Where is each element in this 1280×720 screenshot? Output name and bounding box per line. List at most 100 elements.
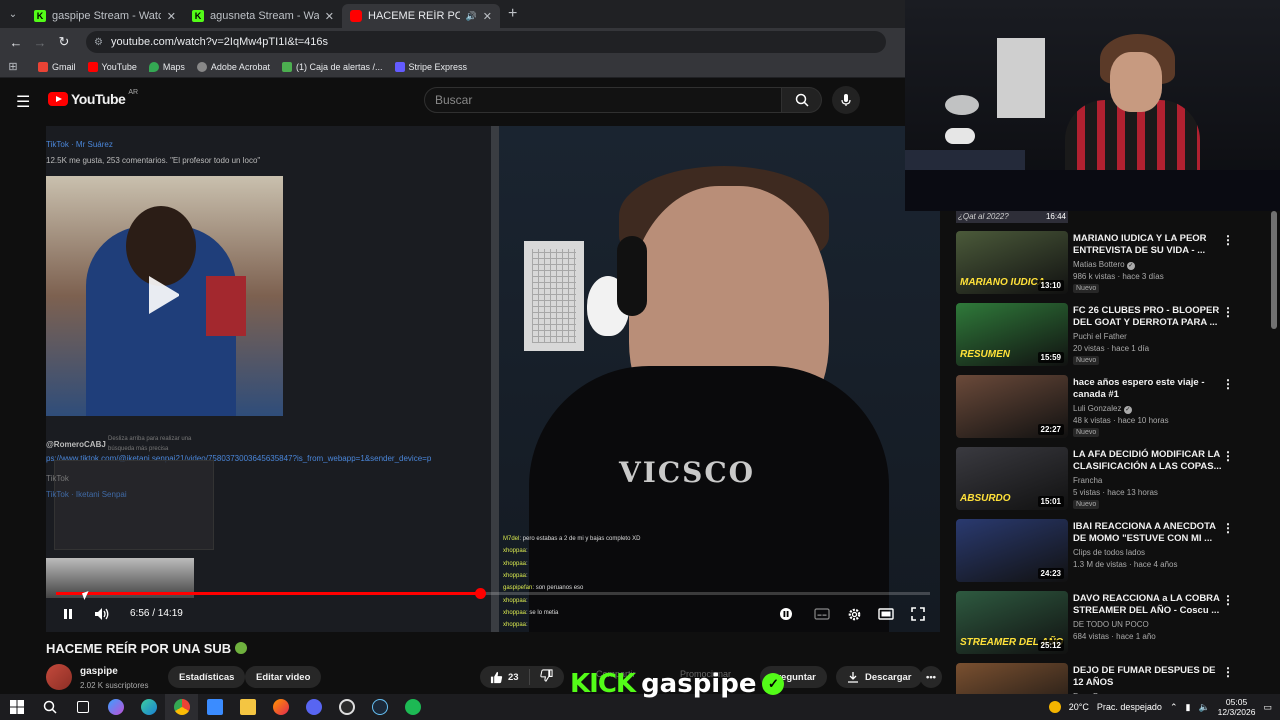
channel-avatar[interactable] <box>46 664 72 690</box>
channel-name[interactable]: gaspipe <box>80 666 118 677</box>
recommendation-channel[interactable]: Francha <box>1073 476 1102 485</box>
tab-search-icon[interactable]: ⌄ <box>0 0 26 28</box>
url-field[interactable]: ⚙ youtube.com/watch?v=2IqMw4pTI1I&t=416s <box>86 31 886 53</box>
pause-button[interactable] <box>58 602 78 626</box>
recommendation-title[interactable]: DEJO DE FUMAR DESPUES DE 12 AÑOS <box>1073 665 1228 689</box>
recommendation-item[interactable]: 22:27 hace años espero este viaje - canad… <box>956 375 1256 439</box>
youtube-logo[interactable]: YouTube AR <box>48 89 138 107</box>
reload-icon[interactable]: ↻ <box>52 34 76 50</box>
bookmark-alerts[interactable]: (1) Caja de alertas /... <box>281 61 383 72</box>
audio-playing-icon[interactable]: 🔊 <box>466 11 477 22</box>
recommendation-item[interactable]: DEJE LA MARIHUANADEJO DE FUMAR DESPUES D… <box>956 663 1256 695</box>
recommendation-thumbnail[interactable]: DEJE LA MARIHUANA <box>956 663 1068 695</box>
forward-icon[interactable]: → <box>28 35 52 50</box>
explorer-taskbar-icon[interactable] <box>231 694 264 720</box>
copilot-taskbar-icon[interactable] <box>99 694 132 720</box>
site-info-icon[interactable]: ⚙ <box>94 37 103 48</box>
recommendation-title[interactable]: LA AFA DECIDIÓ MODIFICAR LA CLASIFICACIÓ… <box>1073 449 1228 473</box>
weather-temp[interactable]: 20°C <box>1069 702 1089 712</box>
recommendation-title[interactable]: MARIANO IUDICA Y LA PEOR ENTREVISTA DE S… <box>1073 233 1228 257</box>
notification-icon[interactable]: ▭ <box>1263 702 1272 713</box>
chrome-taskbar-icon[interactable] <box>165 694 198 720</box>
more-vert-icon[interactable]: ⋮ <box>1222 665 1234 679</box>
progress-bar[interactable] <box>56 588 930 599</box>
download-button[interactable]: Descargar <box>836 666 923 688</box>
search-input[interactable]: Buscar <box>424 87 782 113</box>
browser-tab-1[interactable]: K agusneta Stream - Watch Live o ✕ <box>184 4 342 28</box>
recommendation-title[interactable]: hace años espero este viaje - canada #1 <box>1073 377 1228 401</box>
recommendation-thumbnail[interactable]: 24:23 <box>956 519 1068 582</box>
bookmark-youtube[interactable]: YouTube <box>87 61 137 72</box>
discord-taskbar-icon[interactable] <box>297 694 330 720</box>
browser-tab-2[interactable]: HACEME REÍR POR UNA SUB 🔊 ✕ <box>342 4 500 28</box>
fullscreen-button[interactable] <box>908 602 928 626</box>
bookmark-gmail[interactable]: Gmail <box>38 61 76 72</box>
recommendation-item[interactable]: ABSURDO 15:01 LA AFA DECIDIÓ MODIFICAR LA … <box>956 447 1256 511</box>
volume-button[interactable] <box>92 602 112 626</box>
edit-video-button[interactable]: Editar video <box>245 666 322 688</box>
new-tab-icon[interactable]: + <box>508 5 517 23</box>
recommendation-channel[interactable]: Puchi el Father <box>1073 332 1127 341</box>
recommendation-thumbnail[interactable]: RESUMEN 15:59 <box>956 303 1068 366</box>
more-actions-button[interactable]: ••• <box>920 666 942 688</box>
bookmark-maps[interactable]: Maps <box>148 61 185 72</box>
search-button[interactable] <box>782 87 822 113</box>
video-player[interactable]: TikTok · Mr Suárez 12.5K me gusta, 253 c… <box>46 126 940 632</box>
recommendation-title[interactable]: DAVO REACCIONA a LA COBRA STREAMER DEL A… <box>1073 593 1228 617</box>
tab-close-icon[interactable]: ✕ <box>167 10 176 23</box>
stats-button[interactable]: Estadísticas <box>168 666 246 688</box>
obs-taskbar-icon[interactable] <box>330 694 363 720</box>
dislike-button[interactable] <box>530 669 563 685</box>
apps-grid-icon[interactable]: ⊞ <box>0 60 26 73</box>
tray-chevron-icon[interactable]: ⌃ <box>1170 702 1178 713</box>
recommendation-channel[interactable]: Luli Gonzalez ✓ <box>1073 404 1132 414</box>
bookmark-stripe[interactable]: Stripe Express <box>394 61 467 72</box>
subtitles-button[interactable] <box>812 602 832 626</box>
recommendation-channel[interactable]: DE TODO UN POCO <box>1073 620 1149 629</box>
recommendation-title[interactable]: FC 26 CLUBES PRO - BLOOPER DEL GOAT Y DE… <box>1073 305 1228 329</box>
sidebar-scrollbar[interactable] <box>1271 211 1277 329</box>
recommendation-item[interactable]: 24:23 IBAI REACCIONA A ANECDOTA DE MOMO "… <box>956 519 1256 583</box>
steam-taskbar-icon[interactable] <box>363 694 396 720</box>
more-vert-icon[interactable]: ⋮ <box>1222 305 1234 319</box>
menu-icon[interactable]: ☰ <box>16 92 30 112</box>
more-vert-icon[interactable]: ⋮ <box>1222 449 1234 463</box>
recommendation-thumbnail[interactable]: MARIANO IUDICA 13:10 <box>956 231 1068 294</box>
recommendation-thumbnail[interactable]: STREAMER DEL AÑO 25:12 <box>956 591 1068 654</box>
recommendation-item[interactable]: STREAMER DEL AÑO 25:12 DAVO REACCIONA a LA… <box>956 591 1256 655</box>
recommendation-channel[interactable]: Clips de todos lados <box>1073 548 1145 557</box>
recommendation-item[interactable]: MARIANO IUDICA 13:10 MARIANO IUDICA Y LA P… <box>956 231 1256 295</box>
spotify-taskbar-icon[interactable] <box>396 694 429 720</box>
store-taskbar-icon[interactable] <box>198 694 231 720</box>
search-taskbar-button[interactable] <box>33 694 66 720</box>
theater-mode-button[interactable] <box>876 602 896 626</box>
voice-search-button[interactable] <box>832 86 860 114</box>
more-vert-icon[interactable]: ⋮ <box>1222 521 1234 535</box>
more-vert-icon[interactable]: ⋮ <box>1222 593 1234 607</box>
tab-close-icon[interactable]: ✕ <box>483 10 492 23</box>
more-vert-icon[interactable]: ⋮ <box>1222 377 1234 391</box>
weather-desc[interactable]: Prac. despejado <box>1097 702 1162 712</box>
back-icon[interactable]: ← <box>4 35 28 50</box>
tab-close-icon[interactable]: ✕ <box>325 10 334 23</box>
more-vert-icon[interactable]: ⋮ <box>1222 233 1234 247</box>
scrubber-handle[interactable] <box>474 588 486 599</box>
clock[interactable]: 05:05 12/3/2026 <box>1218 697 1256 717</box>
network-icon[interactable]: ▮ <box>1185 702 1190 713</box>
bookmark-adobe-acrobat[interactable]: Adobe Acrobat <box>196 61 270 72</box>
recommendation-item[interactable]: RESUMEN 15:59 FC 26 CLUBES PRO - BLOOPER D… <box>956 303 1256 367</box>
firefox-taskbar-icon[interactable] <box>264 694 297 720</box>
task-view-button[interactable] <box>66 694 99 720</box>
recommendation-title[interactable]: IBAI REACCIONA A ANECDOTA DE MOMO "ESTUV… <box>1073 521 1228 545</box>
autoplay-toggle[interactable] <box>778 602 794 626</box>
recommendation-thumbnail[interactable]: ABSURDO 15:01 <box>956 447 1068 510</box>
edge-taskbar-icon[interactable] <box>132 694 165 720</box>
start-button[interactable] <box>0 694 33 720</box>
browser-tab-0[interactable]: K gaspipe Stream - Watch Live on ✕ <box>26 4 184 28</box>
recommendation-thumbnail[interactable]: 22:27 <box>956 375 1068 438</box>
settings-button[interactable] <box>844 602 864 626</box>
like-button[interactable]: 23 <box>480 669 530 685</box>
volume-tray-icon[interactable]: 🔈 <box>1198 702 1209 713</box>
recommendation-channel[interactable]: Matias Bottero ✓ <box>1073 260 1135 270</box>
partial-recommendation[interactable]: ¿Qat al 2022? 16:44 <box>956 211 1068 223</box>
